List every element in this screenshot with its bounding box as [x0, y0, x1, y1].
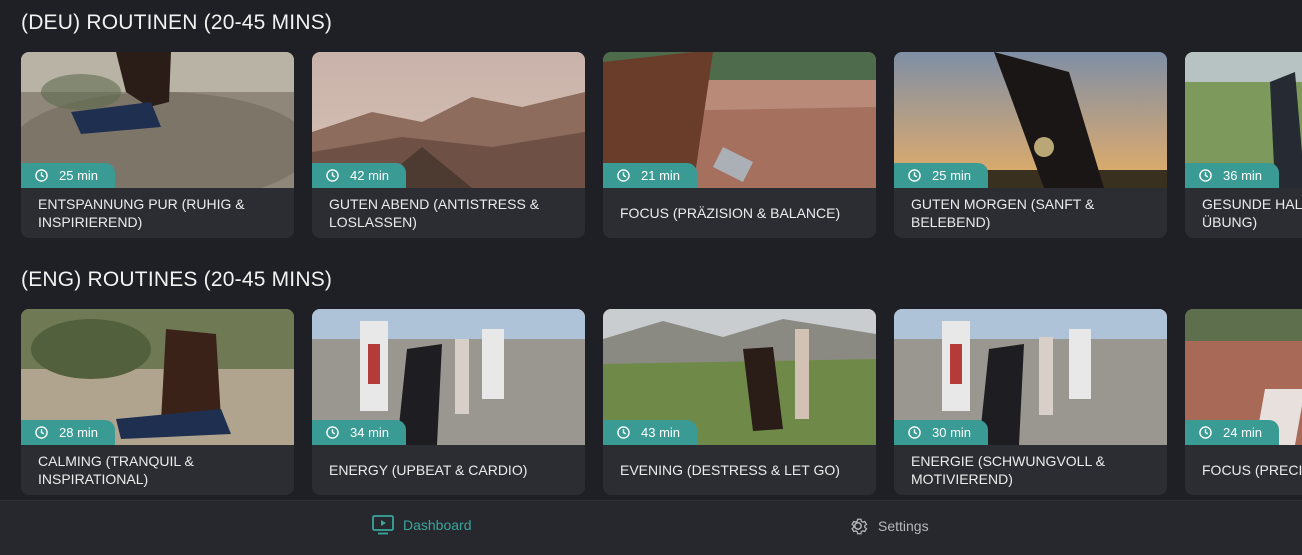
routine-card[interactable]: 42 min GUTEN ABEND (ANTISTRESS & LOSLASS… [312, 52, 585, 238]
section-title: (ENG) ROUTINES (20-45 MINS) [21, 268, 333, 291]
nav-dashboard[interactable]: Dashboard [372, 515, 472, 535]
routine-card[interactable]: 43 min EVENING (DESTRESS & LET GO) [603, 309, 876, 495]
duration-text: 34 min [350, 425, 390, 440]
clock-icon [617, 426, 630, 439]
tv-play-icon [372, 515, 394, 535]
clock-icon [1199, 426, 1212, 439]
duration-badge: 36 min [1185, 163, 1279, 188]
nav-settings[interactable]: Settings [847, 515, 929, 537]
duration-text: 36 min [1223, 168, 1263, 183]
duration-badge: 24 min [1185, 420, 1279, 445]
routine-title: GUTEN MORGEN (SANFT & BELEBEND) [911, 196, 1095, 230]
duration-badge: 21 min [603, 163, 697, 188]
routine-card[interactable]: 24 min FOCUS (PRECI [1185, 309, 1302, 495]
clock-icon [1199, 169, 1212, 182]
duration-badge: 42 min [312, 163, 406, 188]
routine-title: ENERGIE (SCHWUNGVOLL & MOTIVIEREND) [911, 453, 1105, 487]
routine-card[interactable]: 30 min ENERGIE (SCHWUNGVOLL & MOTIVIEREN… [894, 309, 1167, 495]
routine-card[interactable]: 28 min CALMING (TRANQUIL & INSPIRATIONAL… [21, 309, 294, 495]
duration-text: 42 min [350, 168, 390, 183]
gear-icon [851, 518, 868, 535]
clock-icon [908, 426, 921, 439]
routine-title: CALMING (TRANQUIL & INSPIRATIONAL) [38, 453, 194, 487]
duration-text: 25 min [932, 168, 972, 183]
routine-title: EVENING (DESTRESS & LET GO) [620, 462, 840, 478]
routine-title: ENTSPANNUNG PUR (RUHIG & INSPIRIEREND) [38, 196, 245, 230]
clock-icon [35, 169, 48, 182]
routine-card[interactable]: 34 min ENERGY (UPBEAT & CARDIO) [312, 309, 585, 495]
routine-title: GESUNDE HAL ÜBUNG) [1202, 196, 1302, 230]
routine-title: ENERGY (UPBEAT & CARDIO) [329, 462, 528, 478]
section-title: (DEU) ROUTINEN (20-45 MINS) [21, 11, 333, 34]
duration-text: 28 min [59, 425, 99, 440]
duration-text: 43 min [641, 425, 681, 440]
routine-title: FOCUS (PRÄZISION & BALANCE) [620, 205, 841, 221]
routine-title: GUTEN ABEND (ANTISTRESS & LOSLASSEN) [329, 196, 540, 230]
routine-card[interactable]: 36 min GESUNDE HAL ÜBUNG) [1185, 52, 1302, 238]
duration-badge: 25 min [21, 163, 115, 188]
clock-icon [617, 169, 630, 182]
duration-badge: 28 min [21, 420, 115, 445]
routine-title: FOCUS (PRECI [1202, 462, 1302, 478]
nav-settings-label: Settings [878, 518, 929, 534]
clock-icon [908, 169, 921, 182]
duration-text: 24 min [1223, 425, 1263, 440]
clock-icon [326, 169, 339, 182]
clock-icon [35, 426, 48, 439]
routine-row[interactable]: 28 min CALMING (TRANQUIL & INSPIRATIONAL… [21, 309, 1302, 495]
routine-row[interactable]: 25 min ENTSPANNUNG PUR (RUHIG & INSPIRIE… [21, 52, 1302, 238]
clock-icon [326, 426, 339, 439]
routine-card[interactable]: 25 min ENTSPANNUNG PUR (RUHIG & INSPIRIE… [21, 52, 294, 238]
duration-text: 25 min [59, 168, 99, 183]
duration-text: 21 min [641, 168, 681, 183]
duration-badge: 43 min [603, 420, 697, 445]
duration-badge: 25 min [894, 163, 988, 188]
nav-dashboard-label: Dashboard [403, 517, 472, 533]
duration-text: 30 min [932, 425, 972, 440]
duration-badge: 34 min [312, 420, 406, 445]
routine-card[interactable]: 25 min GUTEN MORGEN (SANFT & BELEBEND) [894, 52, 1167, 238]
bottom-navigation: Dashboard Settings [0, 500, 1302, 555]
routine-card[interactable]: 21 min FOCUS (PRÄZISION & BALANCE) [603, 52, 876, 238]
duration-badge: 30 min [894, 420, 988, 445]
